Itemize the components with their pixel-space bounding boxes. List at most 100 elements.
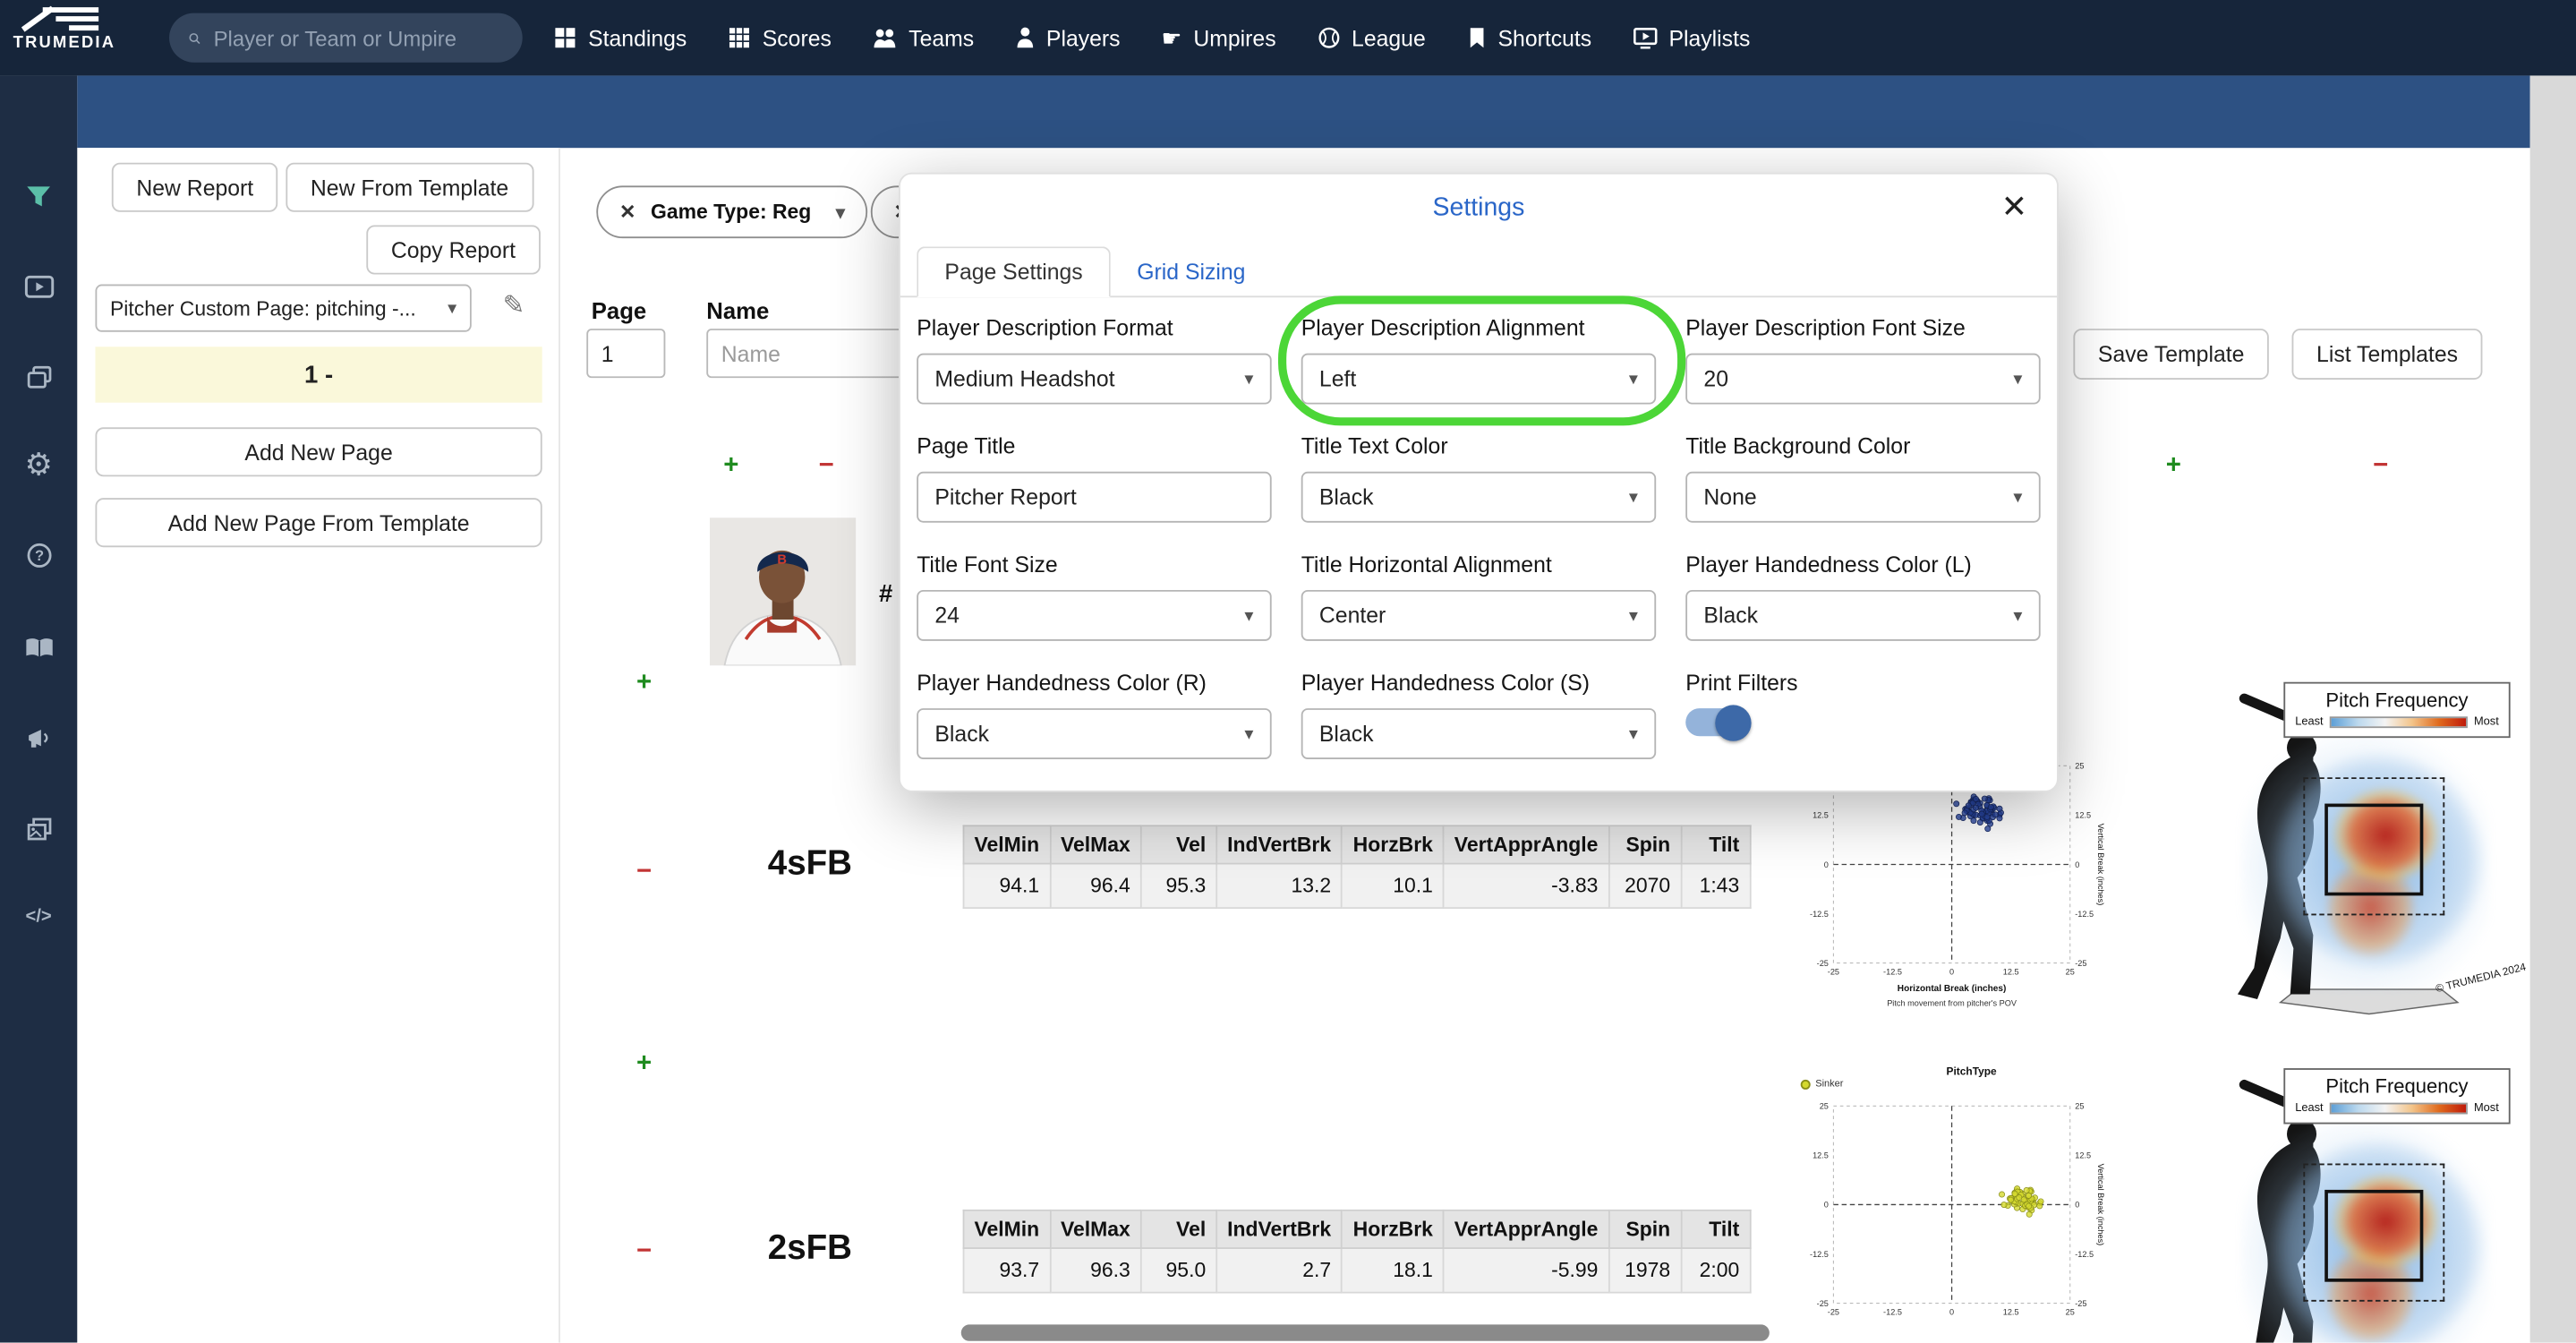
remove-row-button[interactable]: − <box>812 453 841 480</box>
nav-menu: Standings Scores Teams Players ☛ Umpires… <box>554 0 1750 75</box>
input-value: Pitcher Report <box>934 484 1077 510</box>
col-header: IndVertBrk <box>1215 825 1343 865</box>
cell: -5.99 <box>1442 1247 1610 1294</box>
tab-page-settings[interactable]: Page Settings <box>917 246 1111 298</box>
remove-section-button[interactable]: − <box>629 859 659 885</box>
gallery-icon[interactable] <box>0 804 77 853</box>
add-new-page-button[interactable]: Add New Page <box>95 427 542 477</box>
code-icon[interactable]: </> <box>0 893 77 942</box>
col-header: Spin <box>1608 825 1683 865</box>
add-new-page-from-template-button[interactable]: Add New Page From Template <box>95 498 542 548</box>
svg-text:0: 0 <box>2075 860 2079 869</box>
nav-item-teams[interactable]: Teams <box>873 25 974 50</box>
add-section-button[interactable]: + <box>629 1051 659 1078</box>
title-background-color-select[interactable]: None ▾ <box>1685 471 2041 523</box>
close-icon[interactable]: ✕ <box>619 201 635 224</box>
col-header: Spin <box>1608 1209 1683 1249</box>
page-name-input[interactable] <box>706 329 904 379</box>
horizontal-scrollbar-thumb[interactable] <box>960 1324 1770 1341</box>
new-from-template-button[interactable]: New From Template <box>286 162 533 212</box>
pitchtype-chart-title: PitchType <box>1946 1066 1997 1079</box>
name-column-header: Name <box>706 297 770 324</box>
gear-icon[interactable]: ⚙ <box>0 441 77 490</box>
copy-report-button[interactable]: Copy Report <box>366 225 541 275</box>
bookmark-icon <box>1470 28 1483 48</box>
nav-item-standings[interactable]: Standings <box>554 25 687 50</box>
megaphone-icon[interactable] <box>0 714 77 763</box>
list-templates-button[interactable]: List Templates <box>2291 329 2483 381</box>
player-description-alignment-select[interactable]: Left ▾ <box>1301 353 1657 405</box>
title-font-size-select[interactable]: 24 ▾ <box>917 589 1272 641</box>
heatmap-title-box: Pitch Frequency Least Most <box>2283 1068 2511 1125</box>
player-handedness-color-r-select[interactable]: Black ▾ <box>917 708 1272 760</box>
print-filters-toggle[interactable] <box>1685 704 1752 740</box>
field-label: Print Filters <box>1685 670 1798 696</box>
custom-page-dropdown[interactable]: Pitcher Custom Page: pitching -... ▾ <box>95 284 472 332</box>
brand-text: TRUMEDIA <box>13 34 116 53</box>
new-report-button[interactable]: New Report <box>111 162 278 212</box>
add-column-button[interactable]: + <box>2159 453 2188 480</box>
baseball-icon <box>1318 27 1339 48</box>
col-header: VelMax <box>1049 1209 1142 1249</box>
svg-text:25: 25 <box>2075 762 2084 771</box>
save-template-button[interactable]: Save Template <box>2073 329 2269 381</box>
edit-pencil-icon[interactable]: ✎ <box>503 289 525 322</box>
player-handedness-color-l-select[interactable]: Black ▾ <box>1685 589 2041 641</box>
nav-label: Players <box>1045 25 1121 50</box>
player-handedness-color-s-select[interactable]: Black ▾ <box>1301 708 1657 760</box>
help-icon[interactable]: ? <box>0 531 77 580</box>
pitch-type-label: 2sFB <box>767 1228 853 1268</box>
library-icon[interactable] <box>0 352 77 401</box>
nav-item-shortcuts[interactable]: Shortcuts <box>1467 25 1592 50</box>
chevron-down-icon: ▾ <box>1244 606 1254 627</box>
add-row-button[interactable]: + <box>716 453 746 480</box>
pitch-stats-table-4sfb: VelMin VelMax Vel IndVertBrk HorzBrk Ver… <box>962 825 1752 910</box>
chevron-down-icon: ▾ <box>448 299 457 320</box>
filter-chip-game-type[interactable]: ✕ Game Type: Reg ▾ <box>596 185 868 239</box>
nav-label: Scores <box>762 25 832 50</box>
pitch-stats-table-2sfb: VelMin VelMax Vel IndVertBrk HorzBrk Ver… <box>962 1209 1752 1294</box>
svg-text:Horizontal Break (inches): Horizontal Break (inches) <box>1898 984 2007 994</box>
tab-grid-sizing[interactable]: Grid Sizing <box>1111 246 1272 297</box>
page-title-input[interactable]: Pitcher Report <box>917 471 1272 523</box>
active-page-row[interactable]: 1 - <box>95 346 542 403</box>
svg-text:-25: -25 <box>2075 959 2086 968</box>
cell: 95.0 <box>1139 1247 1218 1294</box>
page-number-input[interactable] <box>586 329 666 379</box>
nav-item-scores[interactable]: Scores <box>728 25 832 50</box>
filter-icon[interactable] <box>0 171 77 220</box>
video-icon[interactable] <box>0 261 77 311</box>
close-icon[interactable]: ✕ <box>2001 189 2027 227</box>
search-input[interactable] <box>213 25 503 50</box>
player-description-format-select[interactable]: Medium Headshot ▾ <box>917 353 1272 405</box>
nav-label: Shortcuts <box>1497 25 1592 50</box>
nav-item-playlists[interactable]: Playlists <box>1633 25 1750 50</box>
book-icon[interactable] <box>0 623 77 672</box>
nav-item-players[interactable]: Players <box>1015 25 1121 50</box>
field-label: Title Font Size <box>917 552 1058 577</box>
pitch-frequency-heatmap-4sfb: Pitch Frequency Least Most © TRUMEDIA 20… <box>2198 681 2527 1015</box>
chart-legend: Sinker <box>1800 1079 1843 1090</box>
field-label: Title Horizontal Alignment <box>1301 552 1552 577</box>
vertical-scrollbar[interactable] <box>2529 75 2576 1343</box>
remove-column-button[interactable]: − <box>2366 453 2395 480</box>
strike-zone-inner <box>2324 803 2424 896</box>
chevron-down-icon: ▾ <box>1244 369 1254 390</box>
trumedia-logo[interactable]: TRUMEDIA <box>13 5 155 53</box>
add-section-button[interactable]: + <box>629 670 659 697</box>
nav-item-league[interactable]: League <box>1317 25 1426 50</box>
title-horizontal-alignment-select[interactable]: Center ▾ <box>1301 589 1657 641</box>
svg-text:-12.5: -12.5 <box>2075 1250 2094 1259</box>
player-description-font-size-select[interactable]: 20 ▾ <box>1685 353 2041 405</box>
sinker-legend-dot <box>1800 1079 1811 1090</box>
cell: 1978 <box>1608 1247 1683 1294</box>
global-search[interactable] <box>169 13 523 63</box>
svg-text:-12.5: -12.5 <box>1883 967 1902 976</box>
field-player-handedness-color-l: Player Handedness Color (L) Black ▾ <box>1685 552 2041 641</box>
nav-item-umpires[interactable]: ☛ Umpires <box>1161 25 1275 50</box>
top-nav: TRUMEDIA Standings Scores <box>0 0 2576 76</box>
title-text-color-select[interactable]: Black ▾ <box>1301 471 1657 523</box>
icon-sidebar: ⚙ ? </> <box>0 75 78 1343</box>
remove-section-button[interactable]: − <box>629 1238 659 1265</box>
svg-text:0: 0 <box>1824 1201 1829 1210</box>
